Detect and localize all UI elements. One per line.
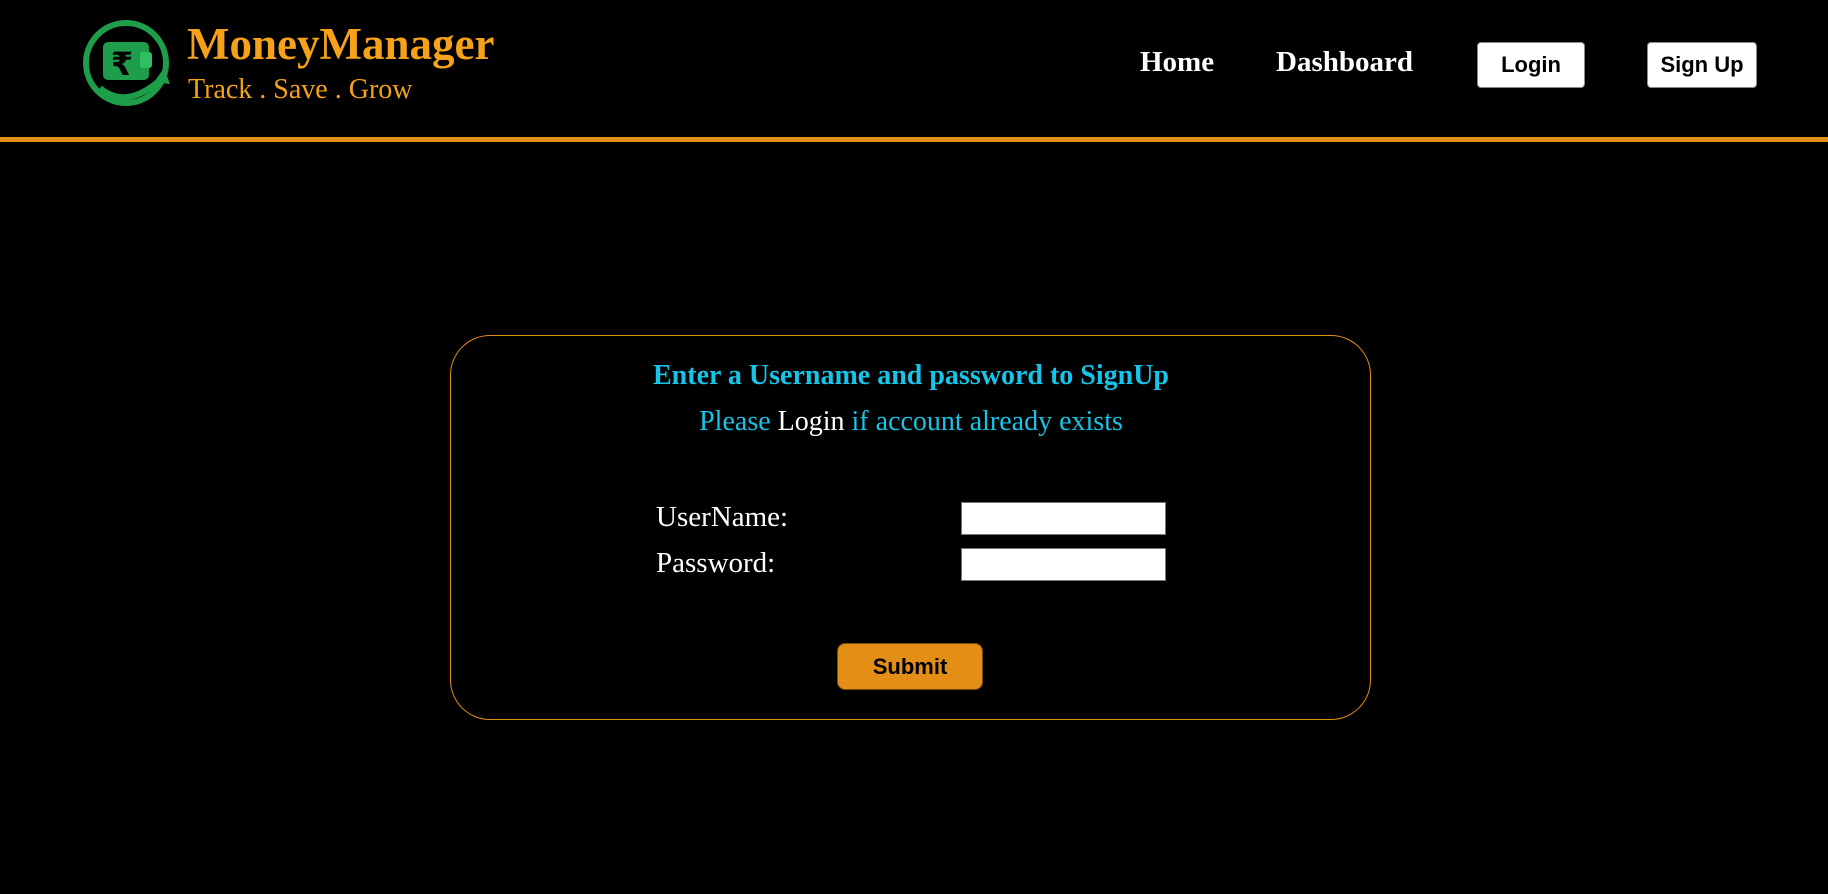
login-link[interactable]: Login (778, 406, 845, 437)
signup-title: Enter a Username and password to SignUp (653, 360, 1169, 391)
signup-subtitle: Please Login if account already exists (0, 408, 1822, 436)
rupee-wallet-icon: ₹ (83, 20, 170, 106)
password-label: Password: (656, 547, 776, 579)
nav-home-link[interactable]: Home (1140, 48, 1214, 77)
nav-dashboard-link[interactable]: Dashboard (1276, 48, 1413, 77)
username-input[interactable] (961, 502, 1166, 535)
password-input[interactable] (961, 548, 1166, 581)
brand-tagline: Track . Save . Grow (188, 74, 413, 105)
header-divider (0, 137, 1828, 142)
login-button[interactable]: Login (1477, 42, 1585, 88)
svg-text:₹: ₹ (111, 45, 133, 83)
username-label: UserName: (656, 501, 789, 533)
submit-button[interactable]: Submit (837, 643, 983, 690)
subtitle-prefix: Please (699, 406, 778, 437)
brand-name: MoneyManager (187, 19, 495, 69)
subtitle-suffix: if account already exists (844, 406, 1123, 437)
header: ₹ MoneyManager Track . Save . Grow Home … (0, 0, 1828, 137)
signup-button[interactable]: Sign Up (1647, 42, 1757, 88)
